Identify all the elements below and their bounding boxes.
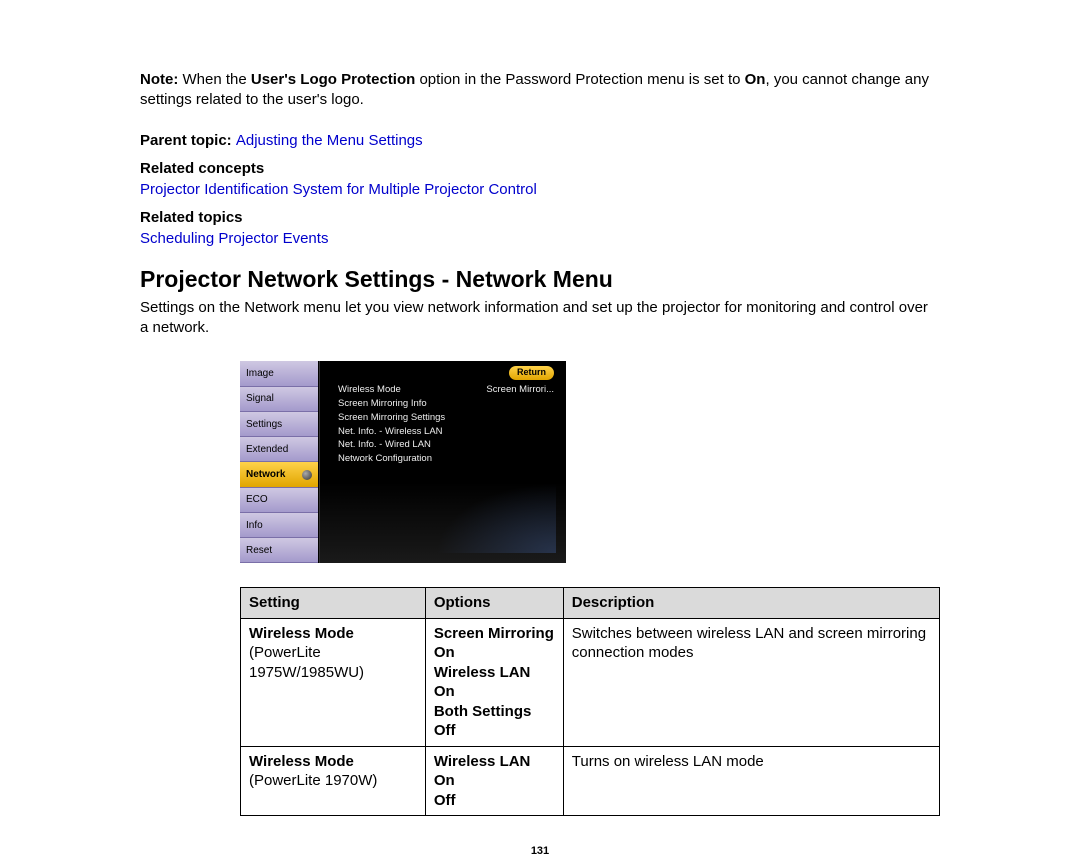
table-header-setting: Setting xyxy=(241,588,426,619)
related-concepts-link[interactable]: Projector Identification System for Mult… xyxy=(140,180,940,200)
osd-item-label: Net. Info. - Wired LAN xyxy=(338,438,431,452)
parent-topic-link[interactable]: Adjusting the Menu Settings xyxy=(236,132,423,149)
table-cell-setting: Wireless Mode(PowerLite 1975W/1985WU) xyxy=(241,618,426,746)
osd-item-label: Net. Info. - Wireless LAN xyxy=(338,425,443,439)
osd-tab: Settings xyxy=(240,412,318,437)
osd-items: Wireless Mode Screen Mirrori... Screen Mir… xyxy=(338,383,554,466)
table-body: Wireless Mode(PowerLite 1975W/1985WU)Scr… xyxy=(241,618,940,816)
table-cell-line: Wireless Mode xyxy=(249,624,417,644)
table-cell-line: Switches between wireless LAN and screen… xyxy=(572,624,931,663)
table-cell-options: Wireless LAN OnOff xyxy=(425,746,563,816)
osd-tab: Info xyxy=(240,513,318,538)
osd-screenshot: ImageSignalSettingsExtendedNetworkECOInf… xyxy=(240,361,566,563)
osd-item: Network Configuration xyxy=(338,452,554,466)
table-header-options: Options xyxy=(425,588,563,619)
table-cell-line: Both Settings Off xyxy=(434,702,555,741)
osd-tab-indicator-icon xyxy=(302,470,312,480)
note-bold1: User's Logo Protection xyxy=(251,71,415,88)
table-cell-options: Screen Mirroring OnWireless LAN OnBoth S… xyxy=(425,618,563,746)
osd-item-label: Screen Mirroring Info xyxy=(338,397,427,411)
section-intro: Settings on the Network menu let you vie… xyxy=(140,298,940,337)
table-header-description: Description xyxy=(563,588,939,619)
table-cell-description: Switches between wireless LAN and screen… xyxy=(563,618,939,746)
osd-item: Net. Info. - Wireless LAN xyxy=(338,425,554,439)
osd-tab-list: ImageSignalSettingsExtendedNetworkECOInf… xyxy=(240,361,319,563)
table-cell-line: Screen Mirroring On xyxy=(434,624,555,663)
table-cell-line: Wireless LAN On xyxy=(434,663,555,702)
related-topics-link[interactable]: Scheduling Projector Events xyxy=(140,229,940,249)
table-row: Wireless Mode(PowerLite 1970W)Wireless L… xyxy=(241,746,940,816)
settings-table: Setting Options Description Wireless Mod… xyxy=(240,587,940,816)
osd-tab: ECO xyxy=(240,488,318,513)
osd-item-label: Wireless Mode xyxy=(338,383,401,397)
table-cell-setting: Wireless Mode(PowerLite 1970W) xyxy=(241,746,426,816)
related-topics-label: Related topics xyxy=(140,208,940,228)
osd-glow xyxy=(436,483,556,553)
osd-tab: Network xyxy=(240,462,318,487)
osd-tab: Reset xyxy=(240,538,318,563)
osd-tab: Extended xyxy=(240,437,318,462)
osd-panel: Return Wireless Mode Screen Mirrori... Scr… xyxy=(319,361,566,563)
osd-item-value: Screen Mirrori... xyxy=(486,383,554,397)
osd-item: Screen Mirroring Settings xyxy=(338,411,554,425)
page-number: 131 xyxy=(140,844,940,858)
osd-item-label: Network Configuration xyxy=(338,452,432,466)
osd-item: Wireless Mode Screen Mirrori... xyxy=(338,383,554,397)
note-bold2: On xyxy=(745,71,766,88)
table-header-row: Setting Options Description xyxy=(241,588,940,619)
note-part2: option in the Password Protection menu i… xyxy=(415,71,744,88)
osd-item: Net. Info. - Wired LAN xyxy=(338,438,554,452)
osd-tab: Signal xyxy=(240,387,318,412)
osd-item-label: Screen Mirroring Settings xyxy=(338,411,445,425)
parent-topic-line: Parent topic: Adjusting the Menu Setting… xyxy=(140,131,940,151)
table-row: Wireless Mode(PowerLite 1975W/1985WU)Scr… xyxy=(241,618,940,746)
osd-tab: Image xyxy=(240,361,318,386)
related-concepts-label: Related concepts xyxy=(140,159,940,179)
table-cell-line: Wireless Mode xyxy=(249,752,417,772)
section-heading: Projector Network Settings - Network Men… xyxy=(140,265,940,295)
osd-item: Screen Mirroring Info xyxy=(338,397,554,411)
osd-return-button: Return xyxy=(509,366,554,380)
table-cell-line: Wireless LAN On xyxy=(434,752,555,791)
table-cell-line: (PowerLite 1970W) xyxy=(249,771,417,791)
table-cell-line: Off xyxy=(434,791,555,811)
table-cell-line: (PowerLite 1975W/1985WU) xyxy=(249,643,417,682)
table-cell-line: Turns on wireless LAN mode xyxy=(572,752,931,772)
note-paragraph: Note: When the User's Logo Protection op… xyxy=(140,70,940,109)
note-part1: When the xyxy=(178,71,251,88)
table-cell-description: Turns on wireless LAN mode xyxy=(563,746,939,816)
note-label: Note: xyxy=(140,71,178,88)
parent-topic-label: Parent topic: xyxy=(140,132,236,149)
